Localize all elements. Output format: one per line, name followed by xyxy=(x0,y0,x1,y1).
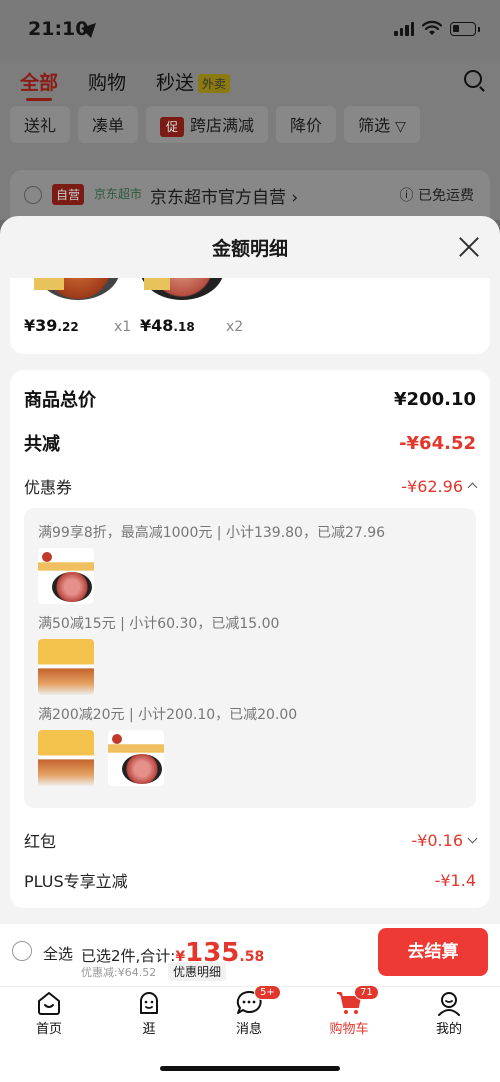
redpack-value: -¥0.16 xyxy=(411,830,463,850)
reduce-label: 共减 xyxy=(24,434,60,455)
product-image-noodle xyxy=(38,639,94,695)
coupon-row[interactable]: 优惠券 -¥62.96 xyxy=(24,474,478,498)
product-tag xyxy=(144,278,170,290)
item-price: ¥39.22 xyxy=(24,316,79,335)
coupon-breakdown: 满99享8折，最高减1000元 | 小计139.80，已减27.96 满50减1… xyxy=(24,508,476,808)
checkout-button[interactable]: 去结算 xyxy=(378,928,488,976)
store-name[interactable]: 京东超市官方自营 › xyxy=(150,183,298,208)
tab-cart-label: 购物车 xyxy=(329,1022,369,1037)
select-all-radio[interactable] xyxy=(12,941,32,961)
store-select-radio[interactable] xyxy=(24,186,42,204)
plus-row: PLUS专享立减 -¥1.4 xyxy=(24,868,476,892)
discount-detail-link[interactable]: 优惠明细 xyxy=(168,962,227,981)
chip-cross-store-label: 跨店满减 xyxy=(190,116,255,135)
cart-page-background: 全部 购物 秒送 外卖 送礼 凑单 促跨店满减 降价 筛选 ▽ 自营 京东超市 京… xyxy=(0,60,500,224)
item-price-int: ¥39 xyxy=(24,316,58,335)
item-price-dec: .22 xyxy=(57,320,79,334)
product-tag xyxy=(34,278,64,290)
chip-gift[interactable]: 送礼 xyxy=(10,106,71,143)
product-image-steak xyxy=(108,730,164,786)
tab-profile-label: 我的 xyxy=(435,1022,462,1037)
promo-icon: 促 xyxy=(160,117,185,137)
sheet-title: 金额明细 xyxy=(211,238,288,260)
search-icon[interactable] xyxy=(464,70,482,88)
items-card: ¥39.22 x1 ¥48.18 x2 xyxy=(10,278,490,354)
redpack-value-wrap: -¥0.16 xyxy=(411,830,478,850)
coupon-label: 优惠券 xyxy=(24,478,73,497)
chip-filter[interactable]: 筛选 ▽ xyxy=(344,106,420,143)
coupon-value-wrap: -¥62.96 xyxy=(401,476,478,496)
takeout-badge: 外卖 xyxy=(198,74,231,93)
total-row: 商品总价 ¥200.10 xyxy=(24,386,476,412)
item-price-int: ¥48 xyxy=(140,316,174,335)
battery-icon xyxy=(450,22,480,36)
chip-filter-label: 筛选 xyxy=(358,116,391,135)
coupon-rule-line: 满200减20元 | 小计200.10，已减20.00 xyxy=(38,707,298,723)
coupon-value: -¥62.96 xyxy=(401,476,463,496)
chip-cross-store[interactable]: 促跨店满减 xyxy=(146,106,269,143)
tab-home-label: 首页 xyxy=(35,1022,62,1037)
product-image-noodle xyxy=(38,730,94,786)
tab-shopping[interactable]: 购物 xyxy=(88,68,126,95)
self-operated-badge: 自营 xyxy=(52,184,85,205)
tab-browse-label: 逛 xyxy=(142,1022,156,1037)
coupon-rule-line: 满50减15元 | 小计60.30，已减15.00 xyxy=(38,616,280,632)
profile-icon xyxy=(438,992,460,1016)
browse-icon xyxy=(140,992,158,1014)
item-price: ¥48.18 xyxy=(140,316,195,335)
home-icon xyxy=(38,992,60,1015)
total-label: 商品总价 xyxy=(24,390,96,411)
tab-home[interactable]: 首页 xyxy=(14,989,84,1037)
chevron-up-icon xyxy=(467,482,478,492)
shipping-status: ⓘ 已免运费 xyxy=(400,185,474,205)
home-indicator xyxy=(160,1066,340,1071)
reduce-row: 共减 -¥64.52 xyxy=(24,430,476,456)
signal-icon xyxy=(394,22,414,36)
status-bar: 21:10 xyxy=(0,0,500,60)
shipping-text: 已免运费 xyxy=(418,188,474,204)
item-qty: x1 xyxy=(114,319,132,335)
tab-all[interactable]: 全部 xyxy=(20,68,58,101)
price-summary-card: 商品总价 ¥200.10 共减 -¥64.52 优惠券 -¥62.96 满99享… xyxy=(10,370,490,908)
tab-cart[interactable]: 71 购物车 xyxy=(314,985,384,1037)
tab-messages[interactable]: 5+ 消息 xyxy=(214,985,284,1037)
info-icon: ⓘ xyxy=(399,188,414,204)
filter-icon: ▽ xyxy=(395,119,406,135)
redpack-row[interactable]: 红包 -¥0.16 xyxy=(24,828,478,852)
select-all-label[interactable]: 全选 xyxy=(43,943,73,964)
plus-label: PLUS专享立减 xyxy=(24,872,128,891)
total-amount-dec: .58 xyxy=(239,949,265,965)
supermarket-label: 京东超市 xyxy=(94,187,143,201)
plus-value: -¥1.4 xyxy=(434,870,476,890)
item-price-dec: .18 xyxy=(173,320,195,334)
close-icon[interactable] xyxy=(458,236,480,258)
tab-profile[interactable]: 我的 xyxy=(414,989,484,1037)
item-qty: x2 xyxy=(226,319,244,335)
reduce-value: -¥64.52 xyxy=(399,432,476,454)
discount-text: 优惠减:¥64.52 xyxy=(81,966,157,979)
tab-browse[interactable]: 逛 xyxy=(114,989,184,1037)
total-value: ¥200.10 xyxy=(394,388,476,410)
store-name-text: 京东超市官方自营 xyxy=(150,188,286,208)
coupon-rule-line: 满99享8折，最高减1000元 | 小计139.80，已减27.96 xyxy=(38,525,386,541)
chip-add-on[interactable]: 凑单 xyxy=(78,106,139,143)
tab-instant-label: 秒送 xyxy=(156,72,195,94)
cart-badge: 71 xyxy=(354,985,379,1000)
selected-count-text: 已选2件,合计: xyxy=(81,947,176,965)
checkout-bar: 全选 已选2件,合计:¥135.58 优惠减:¥64.52 优惠明细 去结算 xyxy=(0,924,500,986)
product-image-steak xyxy=(38,548,94,604)
tab-instant[interactable]: 秒送 外卖 xyxy=(156,68,231,95)
message-badge: 5+ xyxy=(254,985,281,1000)
chevron-down-icon xyxy=(467,833,478,843)
tab-messages-label: 消息 xyxy=(235,1022,262,1037)
chip-price-drop[interactable]: 降价 xyxy=(276,106,337,143)
status-time: 21:10 xyxy=(28,18,89,40)
wifi-icon xyxy=(422,20,442,35)
redpack-label: 红包 xyxy=(24,832,57,851)
